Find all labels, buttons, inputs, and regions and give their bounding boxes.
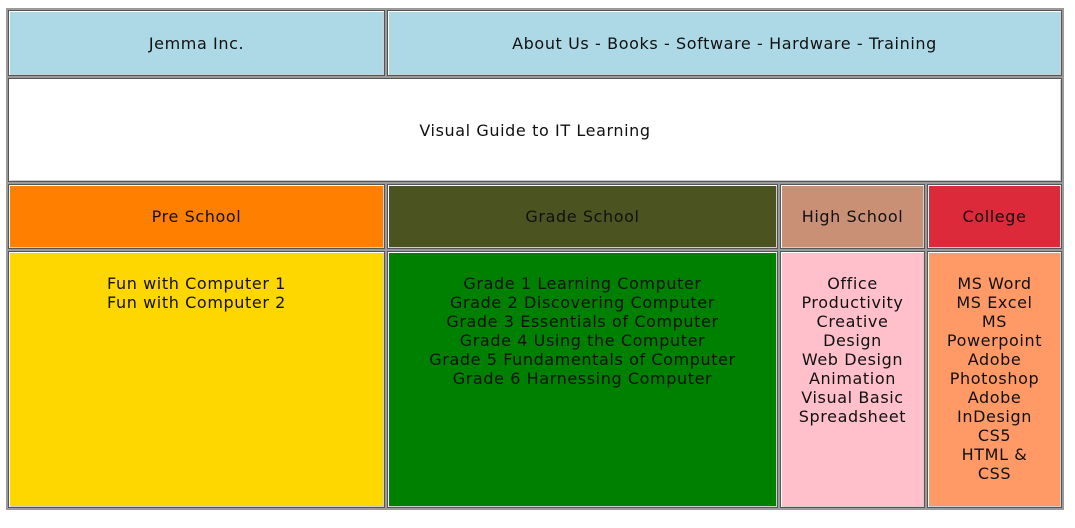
column-body-high-school: Office Productivity Creative Design Web …	[780, 251, 925, 508]
list-item[interactable]: Adobe	[968, 350, 1022, 369]
list-item[interactable]: Grade 6 Harnessing Computer	[453, 369, 713, 388]
list-item[interactable]: Fun with Computer 2	[107, 293, 286, 312]
brand-name: Jemma Inc.	[148, 33, 245, 53]
column-heading-pre-school: Pre School	[8, 184, 385, 249]
nav-link-software[interactable]: Software	[676, 34, 751, 53]
nav-separator: -	[589, 33, 608, 53]
nav-separator: -	[658, 33, 677, 53]
list-item[interactable]: Grade 1 Learning Computer	[463, 274, 701, 293]
list-item[interactable]: Powerpoint	[947, 331, 1042, 350]
list-item[interactable]: Grade 5 Fundamentals of Computer	[429, 350, 735, 369]
list-item[interactable]: Spreadsheet	[799, 407, 906, 426]
list-item[interactable]: MS Excel	[956, 293, 1032, 312]
list-item[interactable]: Design	[823, 331, 882, 350]
list-item[interactable]: MS Word	[957, 274, 1031, 293]
list-item[interactable]: Fun with Computer 1	[107, 274, 286, 293]
list-item[interactable]: MS	[982, 312, 1007, 331]
column-body-pre-school: Fun with Computer 1 Fun with Computer 2	[8, 251, 385, 508]
list-item[interactable]: CSS	[978, 464, 1011, 483]
list-item[interactable]: Office	[827, 274, 878, 293]
list-item[interactable]: CS5	[978, 426, 1011, 445]
banner-title: Visual Guide to IT Learning	[419, 120, 651, 140]
nav-link-about-us[interactable]: About Us	[512, 34, 589, 53]
column-heading-label: High School	[801, 207, 904, 226]
banner: Visual Guide to IT Learning	[8, 78, 1062, 182]
list-item[interactable]: Web Design	[802, 350, 903, 369]
list-item[interactable]: Photoshop	[950, 369, 1039, 388]
main-nav: About Us - Books - Software - Hardware -…	[387, 10, 1062, 76]
list-item[interactable]: Creative	[817, 312, 889, 331]
list-item[interactable]: HTML &	[962, 445, 1028, 464]
column-heading-label: Grade School	[525, 207, 640, 226]
column-body-college: MS Word MS Excel MS Powerpoint Adobe Pho…	[927, 251, 1062, 508]
column-heading-high-school: High School	[780, 184, 925, 249]
column-heading-college: College	[927, 184, 1062, 249]
brand-cell: Jemma Inc.	[8, 10, 385, 76]
nav-separator: -	[751, 33, 770, 53]
column-heading-label: Pre School	[151, 207, 242, 226]
nav-separator: -	[851, 33, 869, 53]
list-item[interactable]: Visual Basic	[801, 388, 903, 407]
column-body-grade-school: Grade 1 Learning Computer Grade 2 Discov…	[387, 251, 778, 508]
nav-link-books[interactable]: Books	[607, 34, 658, 53]
list-item[interactable]: Grade 3 Essentials of Computer	[446, 312, 718, 331]
list-item[interactable]: Animation	[809, 369, 896, 388]
column-heading-grade-school: Grade School	[387, 184, 778, 249]
nav-link-hardware[interactable]: Hardware	[769, 34, 851, 53]
list-item[interactable]: Productivity	[801, 293, 903, 312]
list-item[interactable]: Adobe	[968, 388, 1022, 407]
list-item[interactable]: InDesign	[957, 407, 1032, 426]
list-item[interactable]: Grade 2 Discovering Computer	[450, 293, 715, 312]
column-heading-label: College	[962, 207, 1027, 226]
list-item[interactable]: Grade 4 Using the Computer	[460, 331, 706, 350]
nav-link-training[interactable]: Training	[869, 34, 937, 53]
